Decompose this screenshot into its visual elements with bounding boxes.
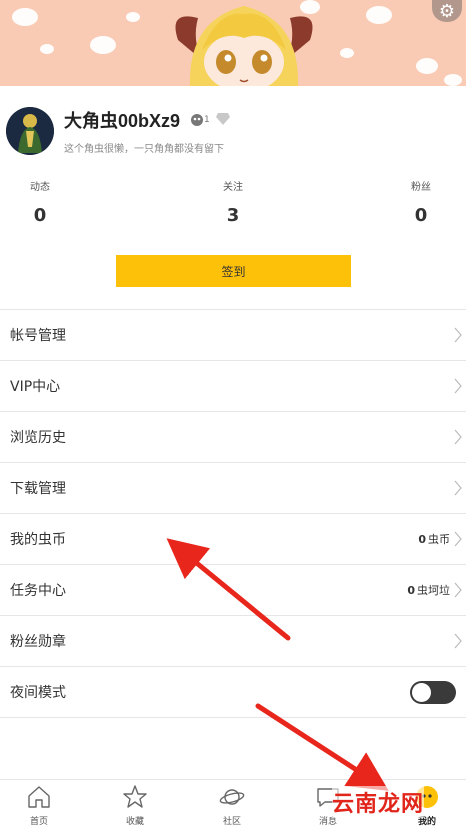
menu-item-vip[interactable]: VIP中心 — [0, 361, 466, 412]
watermark-text: 云南龙网 — [332, 786, 425, 818]
chevron-right-icon — [454, 582, 462, 598]
chevron-right-icon — [454, 327, 462, 343]
chevron-right-icon — [454, 480, 462, 496]
chevron-right-icon — [454, 531, 462, 547]
level-badge-icon: 1 — [190, 113, 210, 127]
stat-value: 0 — [414, 205, 428, 226]
menu-item-account[interactable]: 帐号管理 — [0, 310, 466, 361]
tab-community[interactable]: 社区 — [202, 784, 262, 827]
menu-item-label: VIP中心 — [10, 379, 61, 395]
coins-count: 0 — [418, 533, 426, 546]
stat-fans[interactable]: 粉丝 0 — [391, 178, 451, 226]
toggle-knob — [412, 682, 431, 702]
tab-label: 收藏 — [125, 817, 144, 827]
stat-posts[interactable]: 动态 0 — [10, 178, 70, 226]
menu-item-label: 下载管理 — [10, 481, 66, 497]
menu-item-label: 浏览历史 — [10, 430, 66, 446]
chevron-right-icon — [454, 378, 462, 394]
stat-label: 关注 — [223, 182, 243, 193]
night-mode-toggle[interactable] — [410, 680, 456, 704]
stat-label: 粉丝 — [411, 182, 431, 193]
task-value: 0 虫坷垃 — [407, 582, 450, 598]
tab-favorites[interactable]: 收藏 — [105, 784, 165, 827]
stat-value: 3 — [226, 205, 240, 226]
chevron-right-icon — [454, 633, 462, 649]
settings-gear-icon[interactable]: ⚙ — [432, 0, 462, 22]
stat-label: 动态 — [30, 182, 50, 193]
menu-item-coins[interactable]: 我的虫币 0 虫币 — [0, 514, 466, 565]
menu-item-night-mode: 夜间模式 — [0, 667, 466, 718]
settings-menu: 帐号管理 VIP中心 浏览历史 下载管理 我的虫币 0 虫币 任务中心 0 虫坷垃 … — [0, 310, 466, 718]
coins-unit: 虫币 — [428, 533, 450, 546]
profile-banner: ⚙ — [0, 0, 466, 86]
home-icon — [28, 786, 50, 808]
username: 大角虫00bXz9 — [64, 111, 181, 131]
star-icon — [123, 785, 147, 808]
tab-label: 社区 — [222, 817, 241, 827]
coins-value: 0 虫币 — [418, 531, 450, 547]
menu-item-fan-medal[interactable]: 粉丝勋章 — [0, 616, 466, 667]
menu-item-downloads[interactable]: 下载管理 — [0, 463, 466, 514]
banner-character-illustration — [175, 6, 313, 86]
tab-label: 首页 — [29, 817, 48, 827]
chevron-right-icon — [454, 429, 462, 445]
menu-item-tasks[interactable]: 任务中心 0 虫坷垃 — [0, 565, 466, 616]
user-bio: 这个角虫很懒，一只角角都没有留下 — [64, 144, 224, 155]
menu-item-label: 帐号管理 — [10, 328, 66, 344]
level-number: 1 — [204, 114, 210, 125]
avatar[interactable] — [6, 107, 54, 155]
task-unit: 虫坷垃 — [417, 584, 450, 597]
task-count: 0 — [407, 584, 415, 597]
stat-value: 0 — [33, 205, 47, 226]
stat-following[interactable]: 关注 3 — [203, 178, 263, 226]
menu-item-label: 夜间模式 — [10, 685, 66, 701]
user-badges: 1 — [190, 110, 230, 129]
planet-icon — [219, 789, 245, 805]
menu-item-label: 任务中心 — [10, 583, 66, 599]
menu-item-history[interactable]: 浏览历史 — [0, 412, 466, 463]
vip-diamond-icon — [215, 110, 230, 129]
menu-item-label: 粉丝勋章 — [10, 634, 66, 650]
tab-home[interactable]: 首页 — [9, 784, 69, 827]
signin-button[interactable]: 签到 — [116, 255, 351, 287]
menu-item-label: 我的虫币 — [10, 532, 66, 548]
